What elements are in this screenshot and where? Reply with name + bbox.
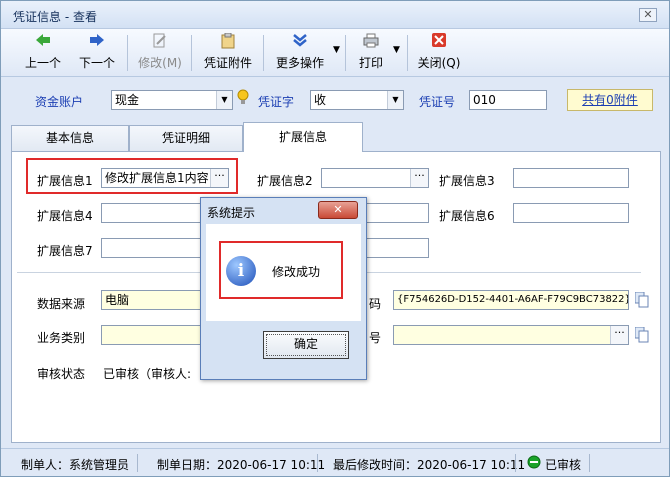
copy-icon[interactable]	[634, 291, 649, 308]
voucher-no-field[interactable]: 010	[469, 90, 547, 110]
lightbulb-icon	[237, 89, 249, 108]
arrow-right-icon	[75, 33, 119, 51]
account-select[interactable]: 现金 ▼	[111, 90, 233, 110]
ext6-field[interactable]	[513, 203, 629, 223]
dialog-close-button[interactable]: ✕	[318, 201, 358, 219]
more-icon[interactable]: ···	[610, 326, 628, 344]
attachments-button[interactable]: 凭证附件	[199, 32, 257, 73]
voucher-window: 凭证信息 - 查看 ✕ 上一个 下一个 修改(M) 凭证附件 更多操作 ▼ 打印…	[0, 0, 670, 477]
dialog-title: 系统提示	[207, 206, 256, 220]
modify-button[interactable]: 修改(M)	[135, 33, 185, 73]
ok-button[interactable]: 确定	[263, 331, 349, 359]
print-button[interactable]: 打印	[353, 33, 389, 73]
voucher-char-select[interactable]: 收 ▼	[310, 90, 404, 110]
source-label: 数据来源	[37, 297, 86, 311]
code-label: 码	[369, 297, 382, 311]
info-icon: i	[226, 256, 256, 286]
chevron-down-icon[interactable]: ▼	[216, 91, 232, 109]
status-ok-icon	[527, 455, 541, 472]
print-dropdown-icon[interactable]: ▼	[393, 45, 400, 55]
ext8-field[interactable]	[365, 238, 429, 258]
voucher-char-label: 凭证字	[258, 95, 295, 109]
tab-voucher-detail[interactable]: 凭证明细	[129, 125, 243, 151]
prev-button[interactable]: 上一个	[21, 33, 65, 73]
highlight-box	[26, 158, 238, 194]
double-chevron-down-icon	[271, 33, 329, 51]
ext5-field[interactable]	[365, 203, 429, 223]
status-bar: 制单人：系统管理员 制单日期：2020-06-17 10:11 最后修改时间：2…	[1, 448, 669, 476]
ext3-field[interactable]	[513, 168, 629, 188]
ext6-label: 扩展信息6	[439, 209, 495, 223]
biz-type-field[interactable]	[101, 325, 201, 345]
account-label: 资金账户	[35, 95, 84, 109]
tab-basic-info[interactable]: 基本信息	[11, 125, 129, 151]
window-title: 凭证信息 - 查看	[13, 10, 97, 24]
audit-status-value: 已审核（审核人:	[103, 367, 192, 381]
ext7-label: 扩展信息7	[37, 244, 93, 258]
next-button[interactable]: 下一个	[75, 33, 119, 73]
chevron-down-icon[interactable]: ▼	[387, 91, 403, 109]
audit-status-badge: 已审核	[545, 458, 582, 472]
window-close-button[interactable]: ✕	[639, 8, 657, 22]
voucher-no-label: 凭证号	[419, 95, 456, 109]
number-field[interactable]: ···	[393, 325, 629, 345]
copy-icon[interactable]	[634, 326, 649, 343]
more-icon[interactable]: ···	[410, 169, 428, 187]
dialog-message: 修改成功	[272, 265, 321, 279]
printer-icon	[353, 33, 389, 51]
ext4-label: 扩展信息4	[37, 209, 93, 223]
audit-status-label: 审核状态	[37, 367, 86, 381]
ext4-field[interactable]	[101, 203, 201, 223]
tab-extended-info[interactable]: 扩展信息	[243, 122, 363, 152]
edit-icon	[135, 33, 185, 51]
more-actions-dropdown-icon[interactable]: ▼	[333, 45, 340, 55]
close-icon	[415, 33, 463, 51]
number-label: 号	[369, 331, 382, 345]
last-modified-text: 最后修改时间：2020-06-17 10:11	[333, 458, 526, 472]
biz-type-label: 业务类别	[37, 331, 86, 345]
ext2-field[interactable]: ···	[321, 168, 429, 188]
arrow-left-icon	[21, 33, 65, 51]
close-button[interactable]: 关闭(Q)	[415, 33, 463, 73]
attachments-link[interactable]: 共有0附件	[567, 89, 653, 111]
toolbar: 上一个 下一个 修改(M) 凭证附件 更多操作 ▼ 打印 ▼ 关闭(Q)	[1, 29, 669, 77]
ext3-label: 扩展信息3	[439, 174, 495, 188]
ext2-label: 扩展信息2	[257, 174, 313, 188]
ext7-field[interactable]	[101, 238, 201, 258]
code-field[interactable]: {F754626D-D152-4401-A6AF-F79C9BC73822}	[393, 290, 629, 310]
more-actions-button[interactable]: 更多操作	[271, 33, 329, 73]
maker-text: 制单人：系统管理员	[21, 458, 130, 472]
source-field[interactable]: 电脑	[101, 290, 201, 310]
clipboard-icon	[199, 32, 257, 51]
make-date-text: 制单日期：2020-06-17 10:11	[157, 458, 326, 472]
title-bar: 凭证信息 - 查看 ✕	[1, 1, 669, 29]
